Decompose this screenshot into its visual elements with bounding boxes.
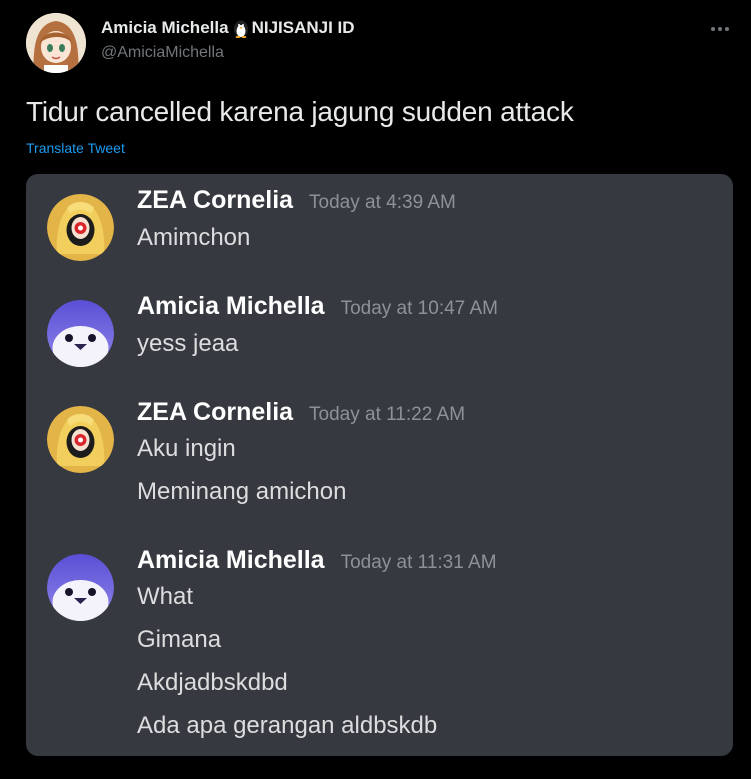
author-name[interactable]: Amicia Michella: [101, 18, 229, 38]
message-author[interactable]: Amicia Michella: [137, 292, 325, 321]
tweet-text: Tidur cancelled karena jagung sudden att…: [26, 96, 574, 127]
message-text: yess jeaa: [137, 330, 239, 357]
message-text: Akdjadbskdbd: [137, 669, 288, 696]
author-handle[interactable]: @AmiciaMichella: [101, 44, 224, 62]
message-timestamp: Today at 4:39 AM: [309, 192, 456, 213]
message-header: ZEA Cornelia Today at 11:22 AM: [137, 398, 465, 427]
author-name-row[interactable]: Amicia Michella NIJISANJI ID: [101, 18, 355, 38]
message-text: Meminang amichon: [137, 478, 347, 505]
message-timestamp: Today at 11:31 AM: [340, 552, 497, 573]
message-text: Aku ingin: [137, 435, 236, 462]
author-avatar[interactable]: [26, 13, 86, 73]
tweet: Amicia Michella NIJISANJI ID @AmiciaMich…: [0, 0, 751, 779]
more-horizontal-icon: [710, 26, 730, 32]
penguin-avatar: [47, 300, 114, 367]
attached-image[interactable]: ZEA Cornelia Today at 4:39 AM Amimchon A…: [26, 174, 733, 756]
message-text: What: [137, 583, 194, 610]
message-header: ZEA Cornelia Today at 4:39 AM: [137, 186, 456, 215]
penguin-avatar: [47, 554, 114, 621]
message-author[interactable]: Amicia Michella: [137, 546, 325, 575]
more-options-button[interactable]: [707, 16, 733, 42]
penguin-emoji-icon: [232, 18, 250, 38]
message-timestamp: Today at 10:47 AM: [340, 298, 498, 319]
message-header: Amicia Michella Today at 11:31 AM: [137, 546, 497, 575]
message-timestamp: Today at 11:22 AM: [309, 404, 466, 425]
zea-avatar: [47, 406, 114, 473]
zea-avatar: [47, 194, 114, 261]
message-header: Amicia Michella Today at 10:47 AM: [137, 292, 498, 321]
message-text: Amimchon: [137, 224, 251, 251]
message-text: Gimana: [137, 626, 222, 653]
message-author[interactable]: ZEA Cornelia: [137, 186, 293, 215]
translate-tweet-link[interactable]: Translate Tweet: [26, 140, 125, 156]
author-affiliation: NIJISANJI ID: [251, 18, 355, 37]
message-text: Ada apa gerangan aldbskdb: [137, 712, 438, 739]
message-author[interactable]: ZEA Cornelia: [137, 398, 293, 427]
